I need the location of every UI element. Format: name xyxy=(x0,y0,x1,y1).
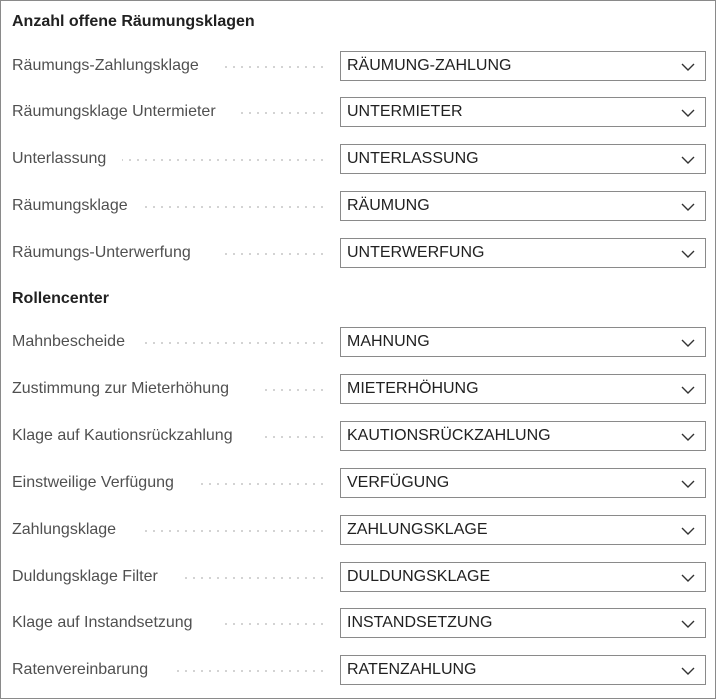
field-label: Unterlassung xyxy=(12,150,107,167)
field-label: Klage auf Instandsetzung xyxy=(12,614,193,631)
dotted-leader xyxy=(144,342,326,344)
select-value: MAHNUNG xyxy=(347,333,430,350)
field-row-untermieter: Räumungsklage Untermieter UNTERMIETER xyxy=(1,97,715,127)
settings-panel: Anzahl offene Räumungsklagen Räumungs-Za… xyxy=(0,0,716,699)
field-label: Duldungsklage Filter xyxy=(12,568,158,585)
select-value: KAUTIONSRÜCKZAHLUNG xyxy=(347,427,551,444)
select-value: UNTERMIETER xyxy=(347,103,463,120)
select-value: UNTERLASSUNG xyxy=(347,150,479,167)
instandsetzung-select[interactable]: INSTANDSETZUNG xyxy=(340,608,706,638)
chevron-down-icon xyxy=(681,156,695,164)
field-label: Räumungsklage xyxy=(12,197,128,214)
section-title-rollencenter: Rollencenter xyxy=(12,290,109,307)
raeumung-zahlung-select[interactable]: RÄUMUNG-ZAHLUNG xyxy=(340,51,706,81)
dotted-leader xyxy=(265,389,326,391)
field-label: Einstweilige Verfügung xyxy=(12,474,174,491)
chevron-down-icon xyxy=(681,250,695,258)
select-value: ZAHLUNGSKLAGE xyxy=(347,521,488,538)
dotted-leader xyxy=(220,66,326,68)
verfuegung-select[interactable]: VERFÜGUNG xyxy=(340,468,706,498)
field-row-ratenzahlung: Ratenvereinbarung RATENZAHLUNG xyxy=(1,655,715,685)
field-row-unterwerfung: Räumungs-Unterwerfung UNTERWERFUNG xyxy=(1,238,715,268)
select-value: VERFÜGUNG xyxy=(347,474,450,491)
chevron-down-icon xyxy=(681,109,695,117)
dotted-leader xyxy=(171,670,326,672)
unterwerfung-select[interactable]: UNTERWERFUNG xyxy=(340,238,706,268)
field-row-raeumung-zahlung: Räumungs-Zahlungsklage RÄUMUNG-ZAHLUNG xyxy=(1,51,715,81)
select-value: UNTERWERFUNG xyxy=(347,244,485,261)
field-label: Räumungsklage Untermieter xyxy=(12,103,216,120)
field-row-mahnung: Mahnbescheide MAHNUNG xyxy=(1,327,715,357)
dotted-leader xyxy=(259,436,326,438)
select-value: DULDUNGSKLAGE xyxy=(347,568,491,585)
raeumung-select[interactable]: RÄUMUNG xyxy=(340,191,706,221)
kautionsrueckzahlung-select[interactable]: KAUTIONSRÜCKZAHLUNG xyxy=(340,421,706,451)
select-value: RATENZAHLUNG xyxy=(347,661,477,678)
mieterhoehung-select[interactable]: MIETERHÖHUNG xyxy=(340,374,706,404)
select-value: RÄUMUNG-ZAHLUNG xyxy=(347,57,512,74)
field-row-raeumung: Räumungsklage RÄUMUNG xyxy=(1,191,715,221)
chevron-down-icon xyxy=(681,527,695,535)
field-label: Mahnbescheide xyxy=(12,333,125,350)
select-value: INSTANDSETZUNG xyxy=(347,614,493,631)
field-row-instandsetzung: Klage auf Instandsetzung INSTANDSETZUNG xyxy=(1,608,715,638)
field-label: Klage auf Kautionsrückzahlung xyxy=(12,427,233,444)
field-row-verfuegung: Einstweilige Verfügung VERFÜGUNG xyxy=(1,468,715,498)
chevron-down-icon xyxy=(681,63,695,71)
section-title-raeumungsklagen: Anzahl offene Räumungsklagen xyxy=(12,13,255,30)
ratenzahlung-select[interactable]: RATENZAHLUNG xyxy=(340,655,706,685)
chevron-down-icon xyxy=(681,386,695,394)
field-label: Zahlungsklage xyxy=(12,521,117,538)
chevron-down-icon xyxy=(681,339,695,347)
dotted-leader xyxy=(122,159,326,161)
field-row-kautionsrueckzahlung: Klage auf Kautionsrückzahlung KAUTIONSRÜ… xyxy=(1,421,715,451)
dotted-leader xyxy=(241,112,326,114)
field-label: Räumungs-Unterwerfung xyxy=(12,244,191,261)
field-row-mieterhoehung: Zustimmung zur Mieterhöhung MIETERHÖHUNG xyxy=(1,374,715,404)
field-row-zahlungsklage: Zahlungsklage ZAHLUNGSKLAGE xyxy=(1,515,715,545)
chevron-down-icon xyxy=(681,203,695,211)
field-row-duldungsklage: Duldungsklage Filter DULDUNGSKLAGE xyxy=(1,562,715,592)
field-row-unterlassung: Unterlassung UNTERLASSUNG xyxy=(1,144,715,174)
dotted-leader xyxy=(220,623,326,625)
chevron-down-icon xyxy=(681,480,695,488)
select-value: RÄUMUNG xyxy=(347,197,430,214)
duldungsklage-select[interactable]: DULDUNGSKLAGE xyxy=(340,562,706,592)
field-label: Räumungs-Zahlungsklage xyxy=(12,57,199,74)
untermieter-select[interactable]: UNTERMIETER xyxy=(340,97,706,127)
field-label: Ratenvereinbarung xyxy=(12,661,149,678)
mahnung-select[interactable]: MAHNUNG xyxy=(340,327,706,357)
dotted-leader xyxy=(220,253,326,255)
dotted-leader xyxy=(144,206,326,208)
chevron-down-icon xyxy=(681,667,695,675)
chevron-down-icon xyxy=(681,574,695,582)
chevron-down-icon xyxy=(681,620,695,628)
zahlungsklage-select[interactable]: ZAHLUNGSKLAGE xyxy=(340,515,706,545)
dotted-leader xyxy=(183,577,326,579)
field-label: Zustimmung zur Mieterhöhung xyxy=(12,380,229,397)
select-value: MIETERHÖHUNG xyxy=(347,380,479,397)
dotted-leader xyxy=(144,530,326,532)
unterlassung-select[interactable]: UNTERLASSUNG xyxy=(340,144,706,174)
dotted-leader xyxy=(201,483,326,485)
chevron-down-icon xyxy=(681,433,695,441)
